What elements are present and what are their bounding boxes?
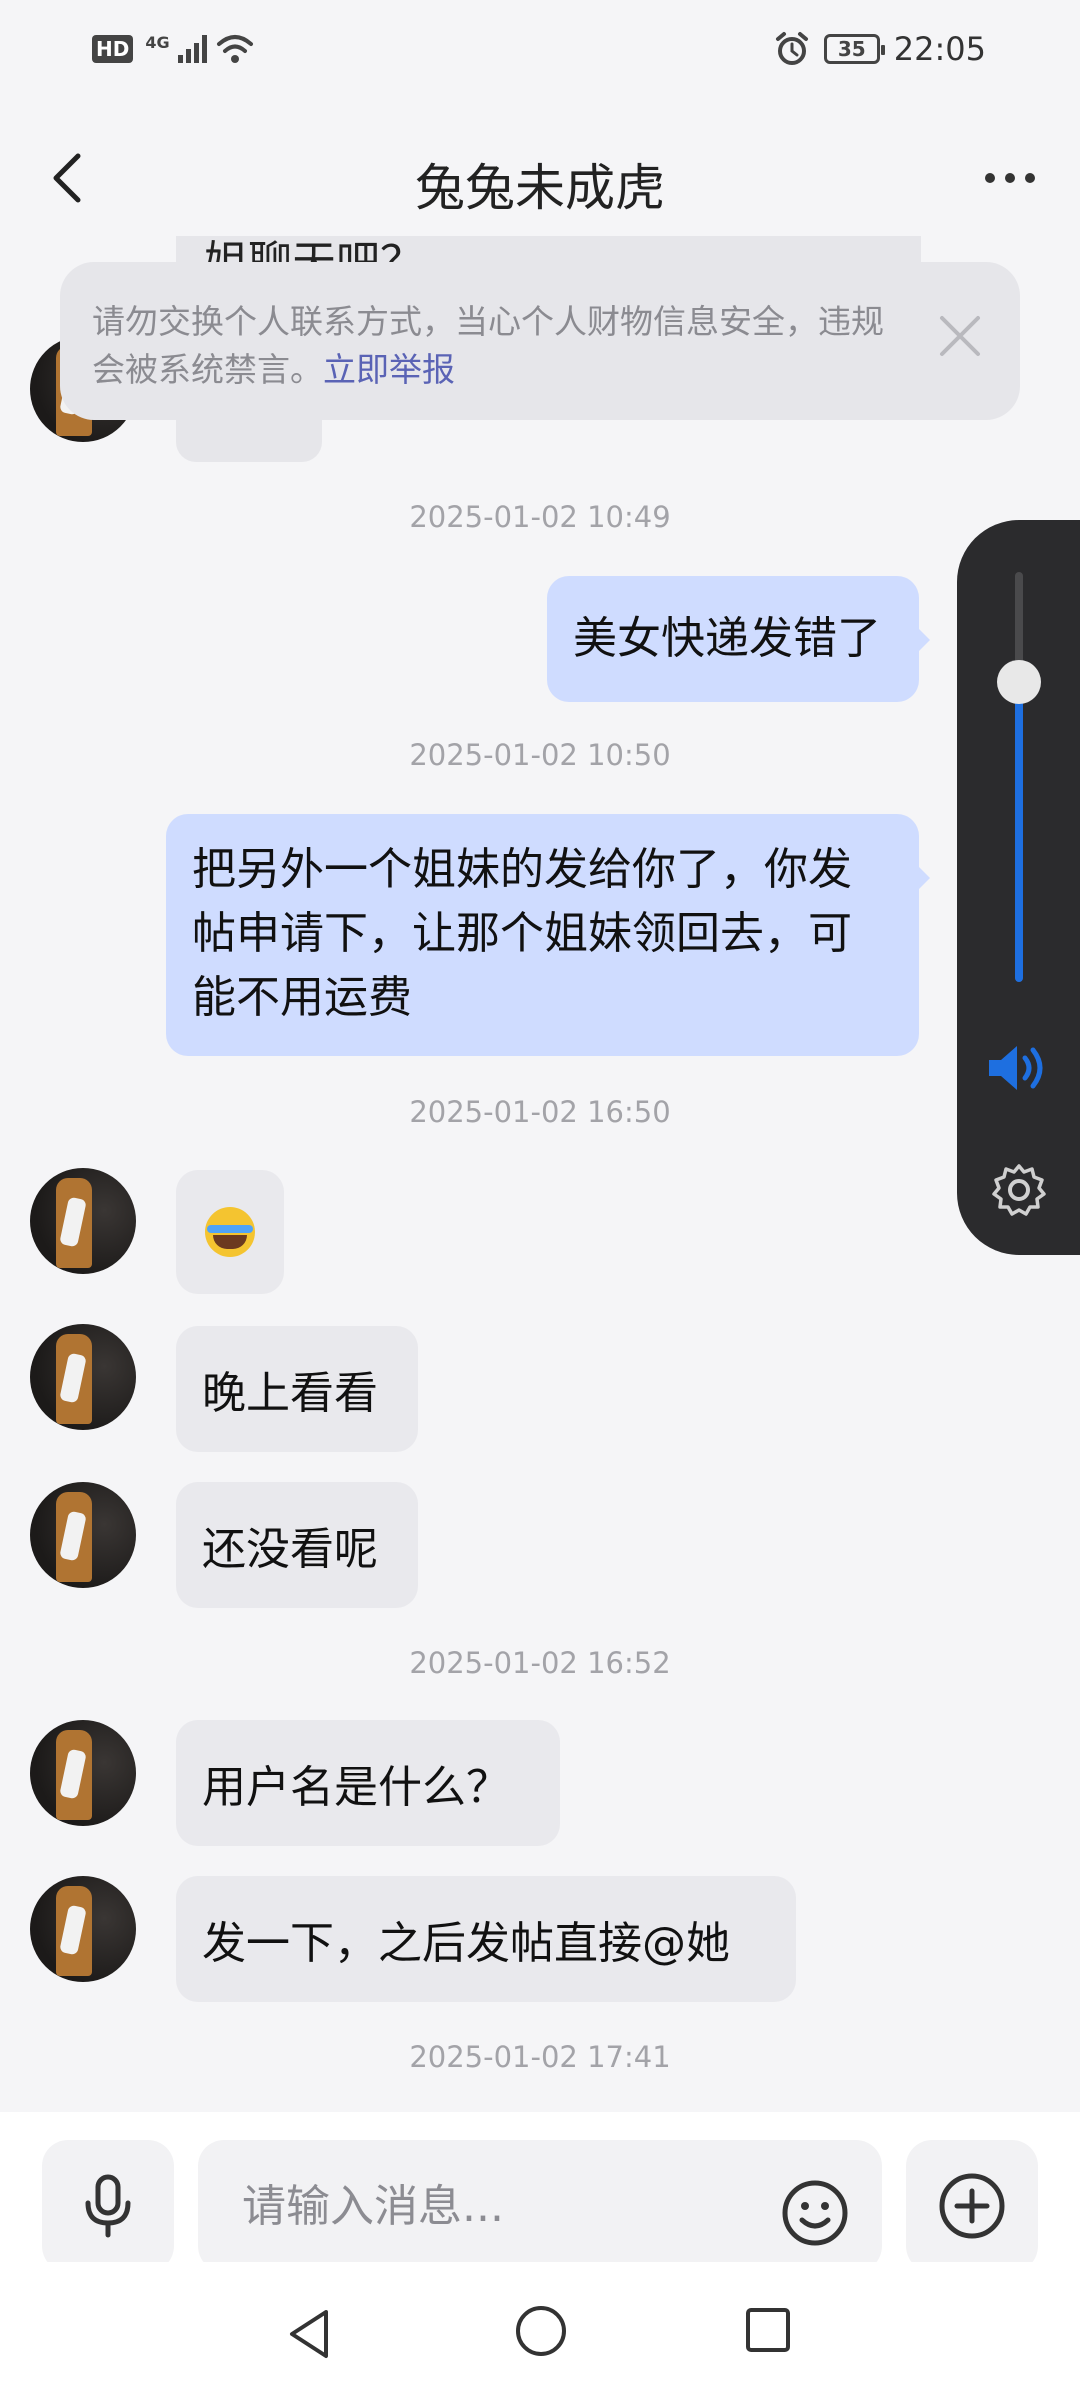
chat-title: 兔兔未成虎 <box>415 159 665 217</box>
emoji-icon[interactable] <box>780 2178 850 2248</box>
incoming-message[interactable]: 还没看呢 <box>176 1482 418 1608</box>
avatar[interactable] <box>30 1168 136 1274</box>
incoming-message[interactable]: 用户名是什么？ <box>176 1720 560 1846</box>
more-options-icon[interactable] <box>980 158 1040 198</box>
battery-indicator: 35 <box>823 34 885 64</box>
plus-icon <box>939 2173 1005 2239</box>
wifi-icon <box>216 35 253 63</box>
close-icon[interactable] <box>930 306 990 366</box>
bubble-tail <box>918 628 930 652</box>
speaker-icon[interactable] <box>985 1040 1051 1096</box>
timestamp: 2025-01-02 10:50 <box>409 738 671 772</box>
incoming-message[interactable]: 晚上看看 <box>176 1326 418 1452</box>
volume-slider-handle[interactable] <box>997 660 1041 704</box>
outgoing-message[interactable]: 美女快递发错了 <box>547 576 919 702</box>
signal-icon <box>177 35 207 63</box>
avatar[interactable] <box>30 1720 136 1826</box>
nav-recent-apps-icon[interactable] <box>744 2306 792 2354</box>
incoming-emoji-message[interactable] <box>176 1170 284 1294</box>
avatar[interactable] <box>30 1482 136 1588</box>
timestamp: 2025-01-02 16:50 <box>409 1095 671 1129</box>
volume-panel <box>957 520 1080 1255</box>
report-link[interactable]: 立即举报 <box>323 350 455 389</box>
microphone-icon <box>85 2174 131 2238</box>
incoming-message[interactable]: 发一下，之后发帖直接@她 <box>176 1876 796 2002</box>
nav-back-icon[interactable] <box>284 2306 334 2362</box>
status-bar: HD 4G 35 22:05 <box>0 0 1080 110</box>
warning-text: 请勿交换个人联系方式，当心个人财物信息安全，违规会被系统禁言。 <box>92 302 884 389</box>
bubble-tail <box>918 866 930 890</box>
system-nav-bar <box>0 2262 1080 2400</box>
avatar[interactable] <box>30 1324 136 1430</box>
network-type: 4G <box>145 32 170 52</box>
timestamp: 2025-01-02 17:41 <box>409 2040 671 2074</box>
clock: 22:05 <box>893 30 986 68</box>
volume-slider-fill <box>1015 682 1023 982</box>
outgoing-message[interactable]: 把另外一个姐妹的发给你了，你发帖申请下，让那个姐妹领回去，可能不用运费 <box>166 814 919 1056</box>
safety-warning-banner: 请勿交换个人联系方式，当心个人财物信息安全，违规会被系统禁言。立即举报 <box>60 262 1020 420</box>
gear-icon[interactable] <box>989 1160 1049 1220</box>
nav-home-icon[interactable] <box>514 2304 568 2358</box>
message-input-bar <box>0 2112 1080 2272</box>
timestamp: 2025-01-02 16:52 <box>409 1646 671 1680</box>
laughing-crying-emoji-icon <box>205 1207 255 1257</box>
voice-input-button[interactable] <box>42 2140 174 2272</box>
timestamp: 2025-01-02 10:49 <box>409 500 671 534</box>
status-right: 35 22:05 <box>774 30 986 68</box>
partial-message-text: 姐聊天吧？ <box>204 237 424 266</box>
chat-header: 兔兔未成虎 <box>0 110 1080 250</box>
hd-badge: HD <box>92 35 134 63</box>
status-left: HD 4G <box>92 32 255 66</box>
avatar[interactable] <box>30 1876 136 1982</box>
add-attachment-button[interactable] <box>906 2140 1038 2272</box>
alarm-icon <box>775 32 808 65</box>
